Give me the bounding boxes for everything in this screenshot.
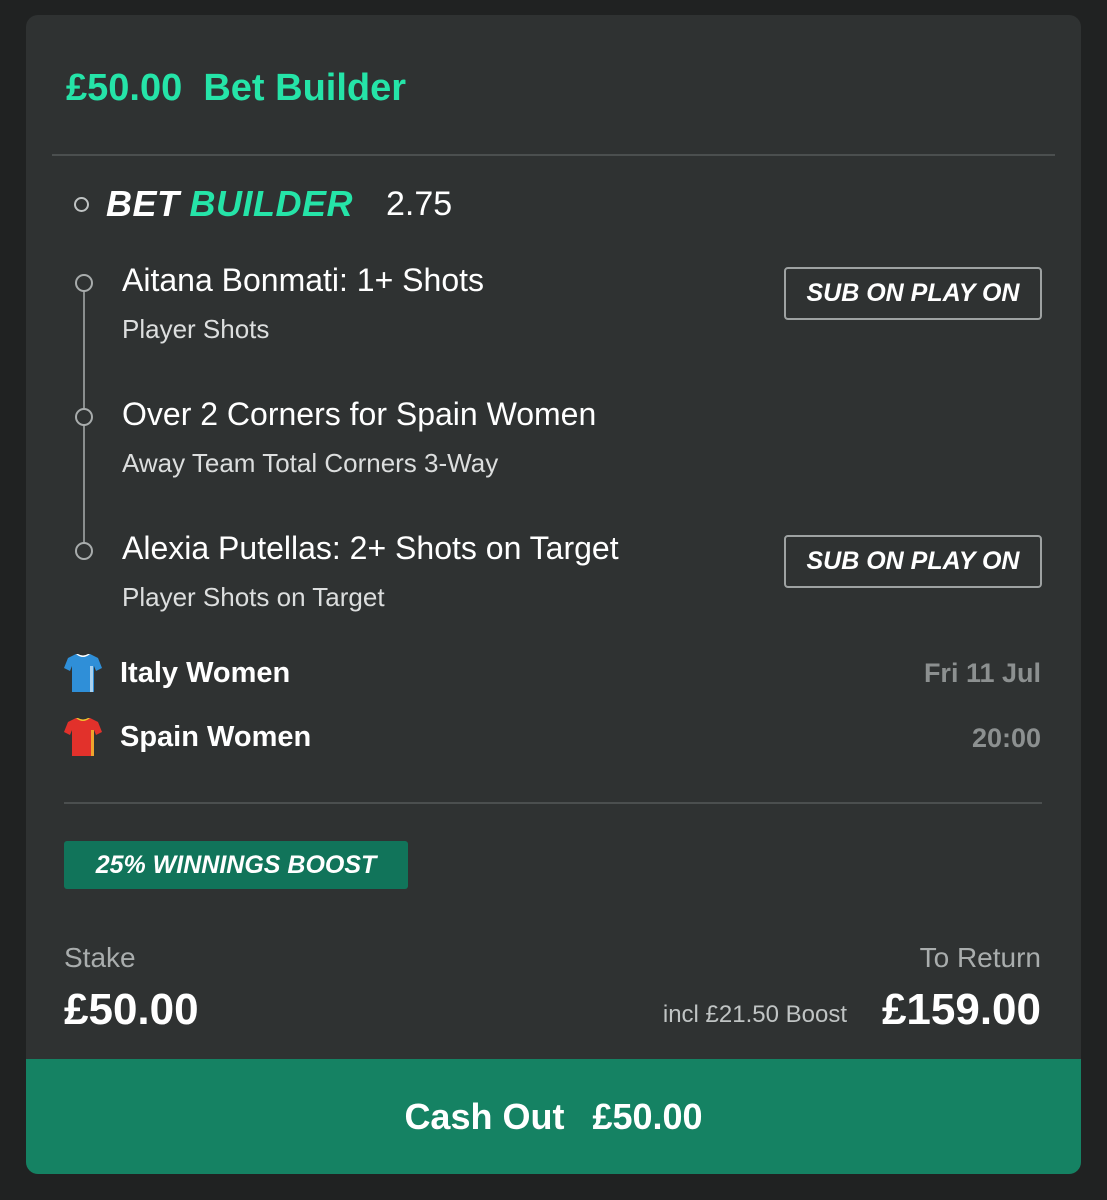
header-divider	[52, 154, 1055, 156]
stake-label: Stake	[64, 942, 136, 973]
selection-title: Aitana Bonmati: 1+ Shots	[122, 262, 484, 298]
event-time: 20:00	[971, 723, 1041, 753]
italy-shirt-icon	[64, 654, 102, 692]
away-team-row[interactable]: Spain Women	[64, 716, 311, 758]
away-team-name: Spain Women	[120, 720, 312, 753]
bet-card: £50.00 Bet Builder BET BUILDER 2.75 Aitan…	[26, 15, 1081, 1174]
selection-title: Alexia Putellas: 2+ Shots on Target	[122, 530, 619, 566]
spain-shirt-icon	[64, 718, 102, 756]
cash-out-label: Cash Out	[404, 1095, 565, 1137]
stake-value: £50.00	[64, 985, 199, 1034]
timeline-ring-icon	[75, 274, 93, 292]
sub-on-play-on-badge: SUB ON PLAY ON	[784, 535, 1042, 588]
to-return-label: To Return	[919, 942, 1041, 973]
section-divider	[64, 802, 1042, 804]
boost-note: incl £21.50 Boost	[662, 1001, 847, 1028]
bet-builder-row: BET BUILDER 2.75	[74, 183, 452, 225]
bet-header[interactable]: £50.00 Bet Builder	[66, 67, 406, 110]
winnings-boost-badge: 25% WINNINGS BOOST	[64, 841, 408, 889]
selection-market: Player Shots on Target	[122, 582, 385, 612]
selection-market: Player Shots	[122, 314, 270, 344]
event-date: Fri 11 Jul	[923, 658, 1041, 688]
brand-word-builder: BUILDER	[189, 183, 353, 224]
header-stake: £50.00	[66, 67, 183, 109]
timeline-ring-icon	[75, 542, 93, 560]
sub-on-play-on-badge: SUB ON PLAY ON	[784, 267, 1042, 320]
builder-odds: 2.75	[386, 184, 453, 223]
home-team-row[interactable]: Italy Women	[64, 652, 290, 694]
home-team-name: Italy Women	[120, 656, 291, 689]
selection-title: Over 2 Corners for Spain Women	[122, 396, 597, 432]
to-return-value: £159.00	[881, 985, 1041, 1034]
header-bet-type: Bet Builder	[203, 67, 407, 109]
selection-market: Away Team Total Corners 3-Way	[122, 448, 499, 478]
timeline-ring-icon	[74, 196, 89, 212]
cash-out-amount: £50.00	[592, 1095, 703, 1137]
bet-builder-logo: BET BUILDER	[106, 183, 353, 225]
timeline-ring-icon	[75, 408, 93, 426]
cash-out-button[interactable]: Cash Out £50.00	[26, 1059, 1081, 1174]
brand-word-bet: BET	[106, 183, 180, 224]
